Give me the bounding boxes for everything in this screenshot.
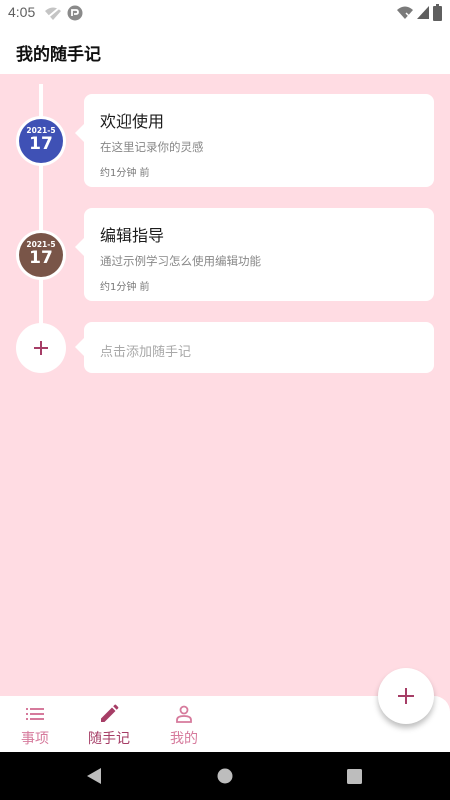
plus-icon xyxy=(398,688,414,704)
note-description: 通过示例学习怎么使用编辑功能 xyxy=(100,254,261,268)
card-pointer xyxy=(75,124,84,142)
app-notification-icon xyxy=(67,5,83,21)
note-title: 欢迎使用 xyxy=(100,112,165,131)
note-card[interactable]: 编辑指导 通过示例学习怎么使用编辑功能 约1分钟 前 xyxy=(75,208,434,301)
add-note-label: 点击添加随手记 xyxy=(100,345,192,360)
battery-icon xyxy=(433,4,442,21)
add-note-card[interactable]: 点击添加随手记 xyxy=(75,322,434,373)
date-day: 17 xyxy=(29,134,53,154)
note-title: 编辑指导 xyxy=(100,226,165,245)
wifi-icon xyxy=(397,6,413,20)
plus-icon xyxy=(34,341,48,355)
page-title: 我的随手记 xyxy=(16,45,101,65)
pencil-icon xyxy=(101,704,119,722)
person-icon xyxy=(176,705,192,723)
nav-item-tasks[interactable]: 事项 xyxy=(0,696,70,752)
add-note-circle-button[interactable] xyxy=(16,323,66,373)
app-bar: 我的随手记 xyxy=(0,26,450,74)
recents-icon[interactable] xyxy=(346,766,364,786)
note-card[interactable]: 欢迎使用 在这里记录你的灵感 约1分钟 前 xyxy=(75,94,434,187)
list-icon xyxy=(26,708,44,720)
note-time: 约1分钟 前 xyxy=(100,282,150,293)
add-fab-button[interactable] xyxy=(378,668,434,724)
status-bar: 4:05 xyxy=(0,0,450,26)
nav-item-profile[interactable]: 我的 xyxy=(149,696,219,752)
wifi-off-icon xyxy=(45,7,61,20)
nav-label-notes: 随手记 xyxy=(88,731,130,747)
nav-label-tasks: 事项 xyxy=(21,731,49,747)
nav-item-notes[interactable]: 随手记 xyxy=(74,696,144,752)
date-day: 17 xyxy=(29,248,53,268)
home-icon[interactable] xyxy=(216,766,234,786)
date-badge-circle: 2021-5 17 xyxy=(19,119,63,163)
signal-icon xyxy=(417,6,429,19)
note-time: 约1分钟 前 xyxy=(100,168,150,179)
card-pointer xyxy=(75,338,84,356)
status-time: 4:05 xyxy=(8,4,36,20)
note-description: 在这里记录你的灵感 xyxy=(100,140,204,154)
date-badge-circle: 2021-5 17 xyxy=(19,233,63,277)
system-nav-bar xyxy=(0,752,450,800)
nav-label-profile: 我的 xyxy=(170,731,198,747)
back-icon[interactable] xyxy=(85,766,103,786)
card-pointer xyxy=(75,238,84,256)
date-badge: 2021-5 17 xyxy=(16,230,66,280)
date-badge: 2021-5 17 xyxy=(16,116,66,166)
